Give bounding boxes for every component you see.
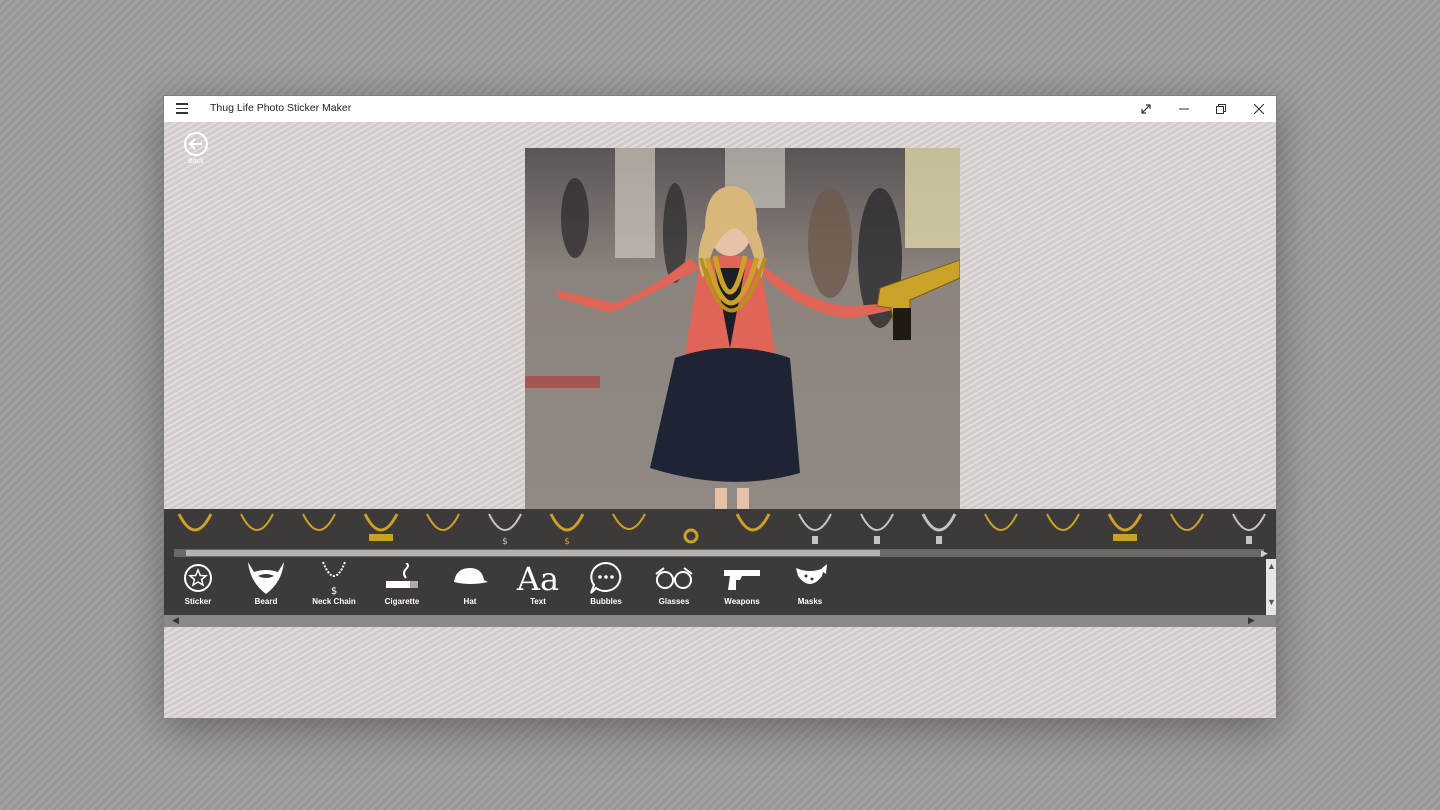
tool-neck-chain[interactable]: $ Neck Chain (300, 559, 368, 615)
silver-dogtag-sticker[interactable] (1218, 509, 1276, 549)
tool-weapons[interactable]: Weapons (708, 559, 776, 615)
tool-label: Weapons (724, 597, 760, 606)
tool-label: Sticker (184, 597, 212, 606)
gold-chain-1-sticker[interactable] (164, 509, 226, 549)
text-icon: Aa (516, 559, 560, 597)
title-bar: Thug Life Photo Sticker Maker (164, 96, 1276, 122)
app-window: Thug Life Photo Sticker Maker Back $ $ ▶… (163, 95, 1277, 719)
scroll-up-icon[interactable]: ▲ (1267, 561, 1276, 571)
svg-text:$: $ (502, 537, 508, 547)
tool-masks[interactable]: Masks (776, 559, 844, 615)
bottom-scrollbar[interactable]: ◀ ▶ (164, 615, 1276, 627)
silver-pendant-3-sticker[interactable] (908, 509, 970, 549)
gold-chain-name-sticker[interactable] (350, 509, 412, 549)
gold-chain-2-sticker[interactable] (226, 509, 288, 549)
gold-ring-chain-sticker[interactable] (660, 509, 722, 549)
scrollbar-thumb[interactable] (186, 550, 880, 556)
tool-label: Text (530, 597, 546, 606)
fullscreen-icon (1140, 104, 1151, 114)
scroll-right-icon[interactable]: ▶ (1261, 548, 1268, 559)
sticker-list: $ $ (164, 509, 1276, 549)
photo-canvas[interactable] (525, 148, 960, 509)
silver-pendant-1-sticker[interactable] (784, 509, 846, 549)
tool-label: Glasses (658, 597, 690, 606)
svg-text:$: $ (564, 537, 570, 547)
toolbar-vertical-scrollbar[interactable]: ▲ ▼ (1266, 559, 1276, 615)
arrow-left-icon (184, 132, 208, 156)
restore-button[interactable] (1202, 96, 1239, 122)
tool-sticker[interactable]: Sticker (164, 559, 232, 615)
gold-chain-big-sticker[interactable] (1156, 509, 1218, 549)
tool-glasses[interactable]: Glasses (640, 559, 708, 615)
minimize-icon (1178, 108, 1189, 110)
sticker-scrollbar[interactable] (174, 549, 1264, 557)
app-title: Thug Life Photo Sticker Maker (210, 102, 352, 114)
gold-gun-chain-sticker[interactable] (1032, 509, 1094, 549)
close-button[interactable] (1240, 96, 1277, 122)
gold-chain-dollar-sticker[interactable]: $ (536, 509, 598, 549)
tool-text[interactable]: Aa Text (504, 559, 572, 615)
bottom-scroll-left-icon[interactable]: ◀ (172, 615, 179, 626)
svg-text:$: $ (331, 586, 337, 596)
bead-chain-gold-sticker[interactable] (970, 509, 1032, 549)
back-label: Back (188, 158, 204, 165)
cap-icon (450, 559, 490, 597)
gold-chain-thin-sticker[interactable] (598, 509, 660, 549)
silver-pendant-2-sticker[interactable] (846, 509, 908, 549)
hamburger-menu-icon[interactable] (176, 103, 188, 114)
tool-beard[interactable]: Beard (232, 559, 300, 615)
editor-area: Back $ $ ▶ Sticker Beard $ Neck Chain Ci… (164, 122, 1276, 718)
scroll-down-icon[interactable]: ▼ (1267, 597, 1276, 607)
bandana-icon (792, 559, 828, 597)
sticker-strip: $$ ◀ ▶ (164, 509, 1276, 559)
star-badge-icon (183, 559, 213, 597)
tool-label: Bubbles (590, 597, 622, 606)
beard-icon (246, 559, 286, 597)
gold-chain-4-sticker[interactable] (412, 509, 474, 549)
glasses-icon (654, 559, 694, 597)
tool-label: Hat (463, 597, 477, 606)
gold-plate-chain-sticker[interactable] (1094, 509, 1156, 549)
bottom-scroll-right-icon[interactable]: ▶ (1248, 615, 1255, 626)
gold-chain-3-sticker[interactable] (288, 509, 350, 549)
necklace-icon: $ (319, 559, 349, 597)
tool-cigarette[interactable]: Cigarette (368, 559, 436, 615)
tool-label: Masks (797, 597, 823, 606)
tool-label: Cigarette (384, 597, 420, 606)
pistol-icon (722, 559, 762, 597)
close-icon (1253, 104, 1264, 114)
fullscreen-button[interactable] (1127, 96, 1164, 122)
tool-label: Neck Chain (312, 597, 356, 606)
minimize-button[interactable] (1165, 96, 1202, 122)
speech-bubble-icon (588, 559, 624, 597)
restore-icon (1215, 104, 1226, 114)
silver-chain-dollar-sticker[interactable]: $ (474, 509, 536, 549)
tool-label: Beard (254, 597, 278, 606)
back-button[interactable]: Back (182, 132, 210, 165)
tool-bubbles[interactable]: Bubbles (572, 559, 640, 615)
category-toolbar: Sticker Beard $ Neck Chain Cigarette Hat Aa Tex… (164, 559, 1266, 615)
tool-hat[interactable]: Hat (436, 559, 504, 615)
beaded-chain-sticker[interactable] (722, 509, 784, 549)
cigarette-icon (384, 559, 420, 597)
svg-text:Aa: Aa (516, 560, 559, 596)
